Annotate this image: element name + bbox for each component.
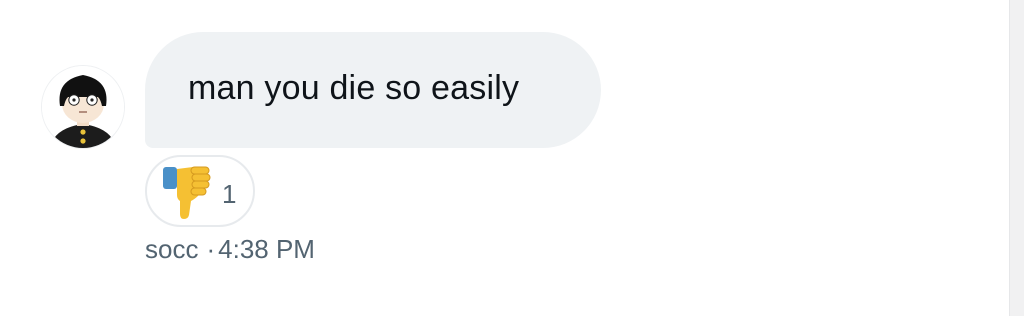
meta-separator: ·	[206, 234, 216, 264]
scrollbar[interactable]	[1009, 0, 1024, 316]
message-bubble[interactable]: man you die so easily	[145, 32, 601, 148]
thumbs-down-icon	[163, 166, 211, 219]
message-text: man you die so easily	[188, 68, 520, 107]
avatar-cartoon-boy-icon	[42, 66, 124, 148]
sender-name: socc	[145, 234, 199, 264]
message-timestamp: 4:38 PM	[218, 234, 315, 264]
reaction-count: 1	[222, 178, 237, 209]
reaction-pill[interactable]: 1	[145, 155, 255, 227]
dm-conversation: man you die so easily 1 socc · 4:38 PM	[0, 0, 1024, 316]
message-meta: socc · 4:38 PM	[145, 234, 315, 265]
avatar[interactable]	[42, 66, 124, 148]
